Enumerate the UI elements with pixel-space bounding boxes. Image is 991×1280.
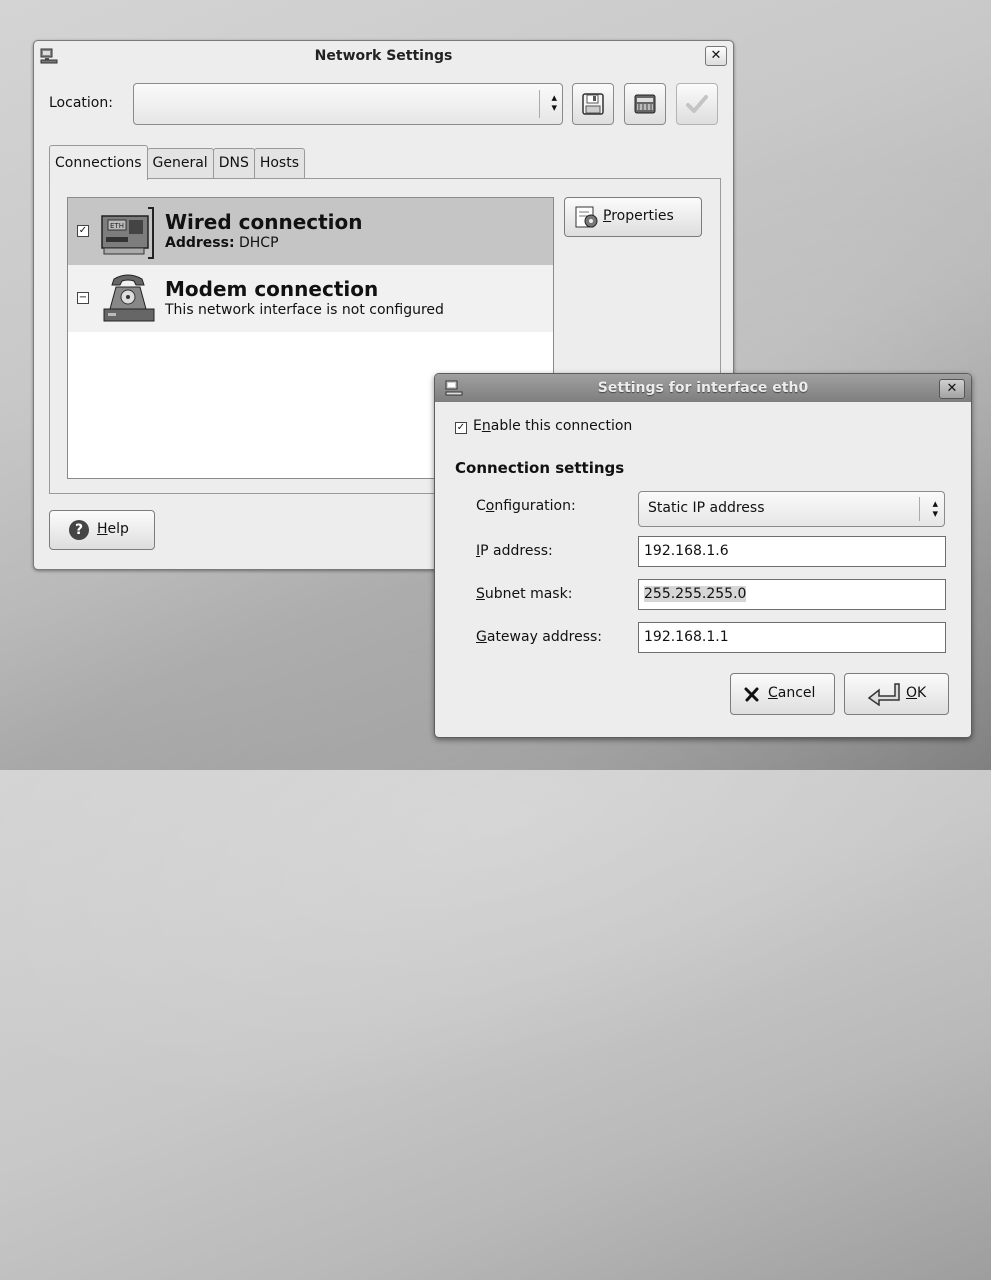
- updown-arrows-icon: ▴ ▾: [932, 497, 938, 520]
- floppy-disk-icon: [582, 93, 604, 115]
- section-heading: Connection settings: [455, 459, 625, 477]
- tab-bar: Connections General DNS Hosts: [49, 145, 306, 180]
- configuration-label: Configuration:: [476, 498, 576, 514]
- wired-enable-checkbox[interactable]: ✓: [77, 225, 89, 237]
- interface-settings-dialog: Settings for interface eth0 ✕ ✓ Enable t…: [434, 373, 972, 738]
- help-icon: ?: [69, 520, 89, 540]
- network-computer-icon: [40, 48, 58, 64]
- ok-label: OK: [906, 685, 927, 701]
- delete-location-button[interactable]: [624, 83, 666, 125]
- ip-address-label: IP address:: [476, 543, 553, 559]
- properties-button[interactable]: Properties: [564, 197, 702, 237]
- subnet-mask-field[interactable]: 255.255.255.0: [638, 579, 946, 610]
- gateway-address-field[interactable]: 192.168.1.1: [638, 622, 946, 653]
- tab-connections[interactable]: Connections: [49, 145, 148, 180]
- shredder-icon: [634, 94, 656, 114]
- enter-arrow-icon: [867, 683, 900, 706]
- enable-connection-checkbox[interactable]: ✓: [455, 422, 467, 434]
- configuration-select[interactable]: Static IP address ▴ ▾: [638, 491, 945, 527]
- help-button[interactable]: ? Help: [49, 510, 155, 550]
- cancel-label: Cancel: [768, 685, 816, 701]
- ok-button[interactable]: OK: [844, 673, 949, 715]
- tab-dns[interactable]: DNS: [212, 148, 255, 178]
- close-icon: ✕: [946, 381, 958, 396]
- wired-connection-name: Wired connection: [165, 210, 363, 234]
- network-card-icon: ETH: [101, 207, 154, 259]
- modem-connection-name: Modem connection: [165, 277, 379, 301]
- configuration-value: Static IP address: [648, 500, 765, 516]
- updown-arrows-icon: ▴ ▾: [551, 91, 557, 114]
- location-combobox[interactable]: ▴ ▾: [133, 83, 563, 125]
- dialog-close-button[interactable]: ✕: [939, 379, 965, 399]
- dialog-title-bar[interactable]: Settings for interface eth0 ✕: [435, 374, 971, 402]
- window-title: Network Settings: [314, 48, 453, 64]
- close-button[interactable]: ✕: [705, 46, 727, 66]
- cancel-button[interactable]: Cancel: [730, 673, 835, 715]
- gateway-address-label: Gateway address:: [476, 629, 603, 645]
- close-icon: ✕: [710, 48, 722, 63]
- tab-hosts[interactable]: Hosts: [253, 148, 306, 178]
- ip-address-field[interactable]: 192.168.1.6: [638, 536, 946, 567]
- modem-connection-status: This network interface is not configured: [165, 302, 444, 318]
- address-key: Address:: [165, 235, 235, 251]
- save-location-button[interactable]: [572, 83, 614, 125]
- interface-row-modem[interactable]: − Modem connection This network interfac…: [68, 265, 553, 332]
- tab-general[interactable]: General: [146, 148, 214, 178]
- subnet-mask-label: Subnet mask:: [476, 586, 573, 602]
- location-label: Location:: [49, 95, 113, 111]
- interface-row-wired[interactable]: ✓ ETH Wired connection Address: DHCP: [68, 198, 553, 265]
- properties-label: Properties: [603, 208, 674, 224]
- apply-location-button[interactable]: [676, 83, 718, 125]
- subnet-mask-value: 255.255.255.0: [644, 586, 747, 602]
- telephone-modem-icon: [103, 274, 155, 322]
- combo-separator: [919, 497, 920, 521]
- modem-enable-checkbox[interactable]: −: [77, 292, 89, 304]
- title-bar[interactable]: Network Settings ✕: [34, 41, 733, 71]
- wired-connection-address: Address: DHCP: [165, 235, 279, 251]
- address-value: DHCP: [234, 235, 279, 251]
- dialog-title: Settings for interface eth0: [597, 380, 809, 396]
- checkmark-icon: [686, 95, 708, 113]
- svg-text:ETH: ETH: [110, 222, 124, 230]
- cancel-x-icon: [744, 687, 759, 702]
- network-computer-icon: [445, 380, 463, 396]
- help-label: Help: [97, 521, 129, 537]
- properties-icon: [575, 206, 598, 228]
- enable-connection-label[interactable]: Enable this connection: [473, 418, 632, 434]
- combo-separator: [539, 90, 540, 118]
